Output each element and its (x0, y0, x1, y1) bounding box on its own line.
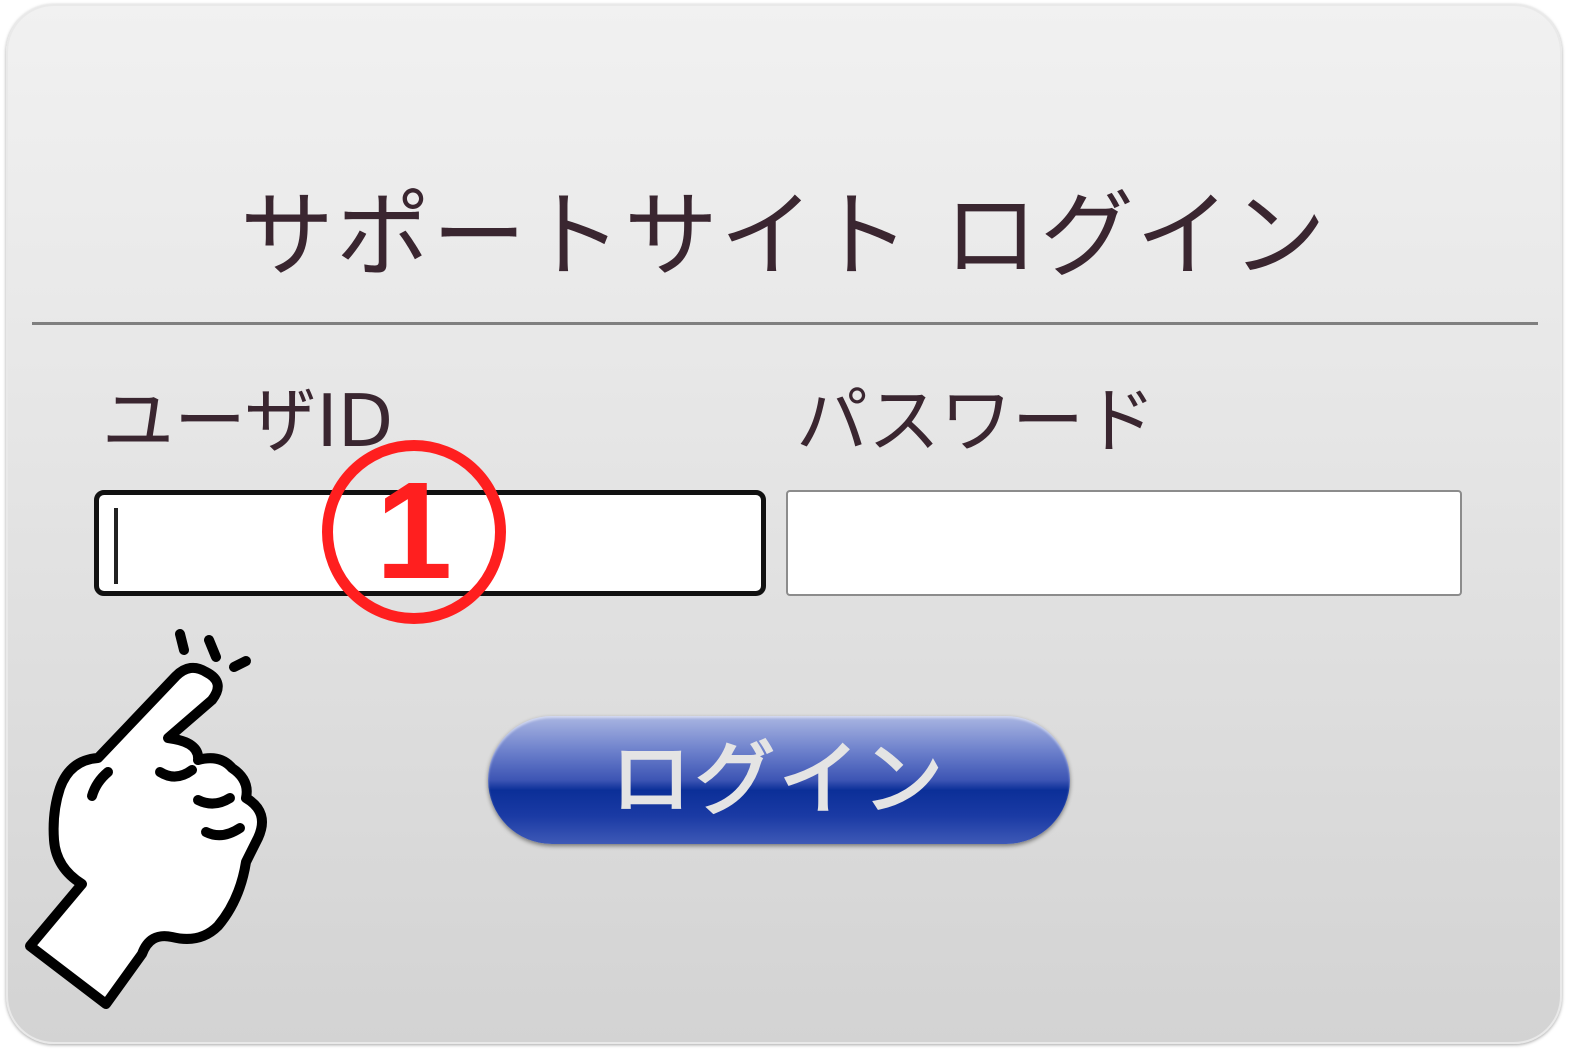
divider (32, 322, 1538, 325)
login-button[interactable]: ログイン (488, 716, 1070, 844)
text-caret (114, 508, 118, 584)
password-label: パスワード (796, 379, 1157, 463)
step-number: 1 (375, 454, 453, 608)
step-marker: 1 (322, 440, 506, 624)
password-input[interactable] (786, 490, 1462, 596)
page-title: サポートサイト ログイン (240, 182, 1328, 291)
